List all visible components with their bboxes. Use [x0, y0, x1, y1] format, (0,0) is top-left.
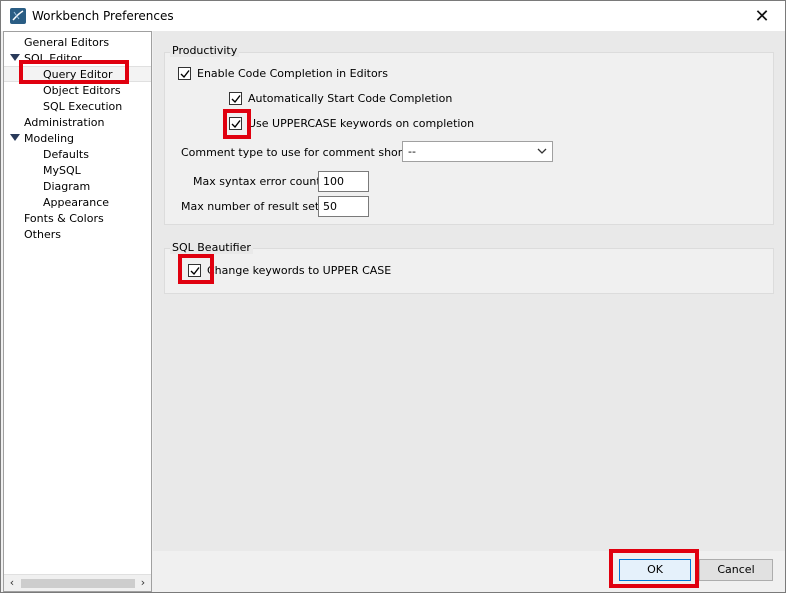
- change-keywords-checkbox[interactable]: [188, 264, 201, 277]
- tree-item-fonts-colors[interactable]: Fonts & Colors: [24, 211, 104, 227]
- tree-item-diagram[interactable]: Diagram: [43, 179, 90, 195]
- tree-item-label: Defaults: [43, 148, 89, 161]
- horizontal-scrollbar[interactable]: ‹ ›: [4, 574, 151, 591]
- tree-item-label: Object Editors: [43, 84, 121, 97]
- cancel-button[interactable]: Cancel: [699, 559, 773, 581]
- enable-completion-label[interactable]: Enable Code Completion in Editors: [197, 67, 388, 80]
- tree-item-label: SQL Editor: [24, 52, 82, 65]
- tree-item-object-editors[interactable]: Object Editors: [43, 83, 121, 99]
- productivity-group-title: Productivity: [170, 44, 240, 57]
- comment-type-label: Comment type to use for comment shortcut…: [181, 146, 428, 159]
- enable-completion-checkbox[interactable]: [178, 67, 191, 80]
- tree-item-label: General Editors: [24, 36, 110, 49]
- max-results-input[interactable]: 50: [318, 196, 369, 217]
- tree-item-sql-execution[interactable]: SQL Execution: [43, 99, 122, 115]
- checkmark-icon: [231, 120, 241, 129]
- tree-item-administration[interactable]: Administration: [24, 115, 105, 131]
- scrollbar-thumb[interactable]: [21, 579, 135, 588]
- tree-item-general-editors[interactable]: General Editors: [24, 35, 109, 51]
- scroll-left-icon[interactable]: ‹: [6, 577, 18, 589]
- max-syntax-input[interactable]: 100: [318, 171, 369, 192]
- tree-item-label: Query Editor: [43, 68, 113, 81]
- close-icon[interactable]: ✕: [739, 1, 785, 31]
- change-keywords-label[interactable]: Change keywords to UPPER CASE: [207, 264, 391, 277]
- chevron-down-icon: [537, 148, 547, 154]
- preferences-content: Productivity Enable Code Completion in E…: [153, 31, 785, 551]
- mysql-workbench-icon: [10, 8, 26, 24]
- ok-button[interactable]: OK: [619, 559, 691, 581]
- scroll-right-icon[interactable]: ›: [137, 577, 149, 589]
- tree-item-label: Administration: [24, 116, 105, 129]
- auto-start-label[interactable]: Automatically Start Code Completion: [248, 92, 452, 105]
- uppercase-keywords-label[interactable]: Use UPPERCASE keywords on completion: [248, 117, 474, 130]
- tree-item-others[interactable]: Others: [24, 227, 61, 243]
- tree-item-sql-editor[interactable]: SQL Editor: [24, 51, 82, 67]
- tree-item-appearance[interactable]: Appearance: [43, 195, 109, 211]
- comment-type-value: --: [408, 145, 416, 158]
- uppercase-keywords-checkbox[interactable]: [229, 117, 242, 130]
- window-title: Workbench Preferences: [32, 9, 174, 23]
- expand-arrow-icon[interactable]: [10, 134, 20, 141]
- preferences-window: Workbench Preferences ✕ General Editors …: [0, 0, 786, 593]
- title-bar: Workbench Preferences ✕: [1, 1, 785, 31]
- tree-item-modeling[interactable]: Modeling: [24, 131, 74, 147]
- checkmark-icon: [180, 70, 190, 79]
- tree-item-label: Appearance: [43, 196, 110, 209]
- tree-item-mysql[interactable]: MySQL: [43, 163, 81, 179]
- max-results-label: Max number of result sets:: [181, 200, 329, 213]
- checkmark-icon: [190, 267, 200, 276]
- tree-item-label: MySQL: [43, 164, 81, 177]
- tree-item-label: SQL Execution: [43, 100, 123, 113]
- comment-type-select[interactable]: --: [402, 141, 553, 162]
- tree-item-label: Others: [24, 228, 61, 241]
- auto-start-checkbox[interactable]: [229, 92, 242, 105]
- tree-item-query-editor[interactable]: Query Editor: [4, 66, 151, 82]
- tree-item-label: Fonts & Colors: [24, 212, 104, 225]
- tree-item-label: Diagram: [43, 180, 91, 193]
- tree-item-label: Modeling: [24, 132, 75, 145]
- tree-item-defaults[interactable]: Defaults: [43, 147, 89, 163]
- preferences-tree: General Editors SQL Editor Query Editor …: [3, 31, 152, 592]
- max-syntax-label: Max syntax error count:: [193, 175, 325, 188]
- dialog-button-bar: OK Cancel: [153, 551, 785, 592]
- expand-arrow-icon[interactable]: [10, 54, 20, 61]
- checkmark-icon: [231, 95, 241, 104]
- sql-beautifier-group-title: SQL Beautifier: [170, 241, 253, 254]
